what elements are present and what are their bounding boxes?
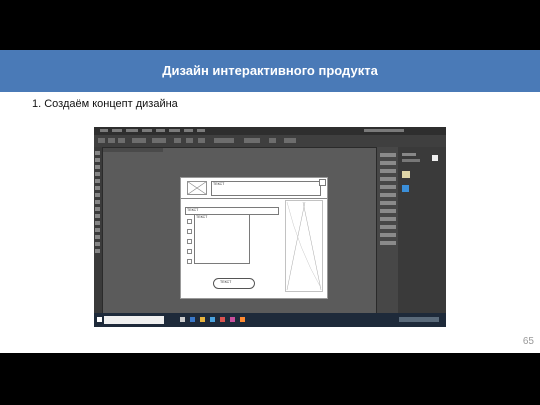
taskbar-icon[interactable]: [220, 317, 225, 322]
taskbar-icon[interactable]: [210, 317, 215, 322]
panel-strip[interactable]: [376, 147, 399, 313]
button-label: ТЕКСТ: [220, 280, 232, 284]
slide-subtitle: 1. Создаём концепт дизайна: [32, 98, 178, 110]
action-button: ТЕКСТ: [213, 278, 255, 289]
artboard[interactable]: ТЕКСТ ТЕКСТ ТЕКСТ ТЕКСТ: [180, 177, 328, 299]
app-screenshot: ТЕКСТ ТЕКСТ ТЕКСТ ТЕКСТ: [94, 127, 446, 327]
app-menu-bar: [94, 127, 446, 135]
document-tab[interactable]: [103, 148, 163, 152]
divider-line: [181, 198, 327, 199]
checkbox: [187, 249, 192, 254]
properties-panel[interactable]: [398, 147, 446, 313]
slide: Дизайн интерактивного продукта 1. Создаё…: [0, 0, 540, 405]
tools-panel[interactable]: [94, 147, 103, 313]
taskbar-icon[interactable]: [180, 317, 185, 322]
list-title: ТЕКСТ: [196, 215, 208, 219]
swatch-icon: [402, 185, 409, 192]
checkbox: [187, 239, 192, 244]
search-label: ТЕКСТ: [187, 208, 199, 212]
taskbar-icon[interactable]: [190, 317, 195, 322]
header-text-box: ТЕКСТ: [211, 181, 321, 196]
top-black-band: [0, 0, 540, 50]
header-label: ТЕКСТ: [213, 182, 225, 186]
taskbar-icon[interactable]: [200, 317, 205, 322]
bottom-black-band: [0, 353, 540, 405]
taskbar-icon[interactable]: [230, 317, 235, 322]
swatch-icon: [402, 171, 410, 178]
system-tray: [399, 317, 439, 322]
windows-taskbar: [94, 313, 446, 327]
taskbar-search[interactable]: [104, 316, 164, 324]
checkbox: [187, 259, 192, 264]
image-placeholder-icon: [187, 181, 207, 195]
slide-content: 1. Создаём концепт дизайна ТЕКСТ ТЕКСТ Т…: [0, 92, 540, 353]
windows-start-icon[interactable]: [97, 317, 102, 322]
page-number: 65: [522, 336, 534, 347]
slide-title: Дизайн интерактивного продукта: [162, 63, 378, 78]
close-box: [319, 179, 326, 186]
checkbox: [187, 229, 192, 234]
checkbox: [187, 219, 192, 224]
taskbar-icon[interactable]: [240, 317, 245, 322]
side-image-placeholder: [285, 200, 323, 292]
list-panel: ТЕКСТ: [194, 214, 250, 264]
title-bar: Дизайн интерактивного продукта: [0, 50, 540, 92]
